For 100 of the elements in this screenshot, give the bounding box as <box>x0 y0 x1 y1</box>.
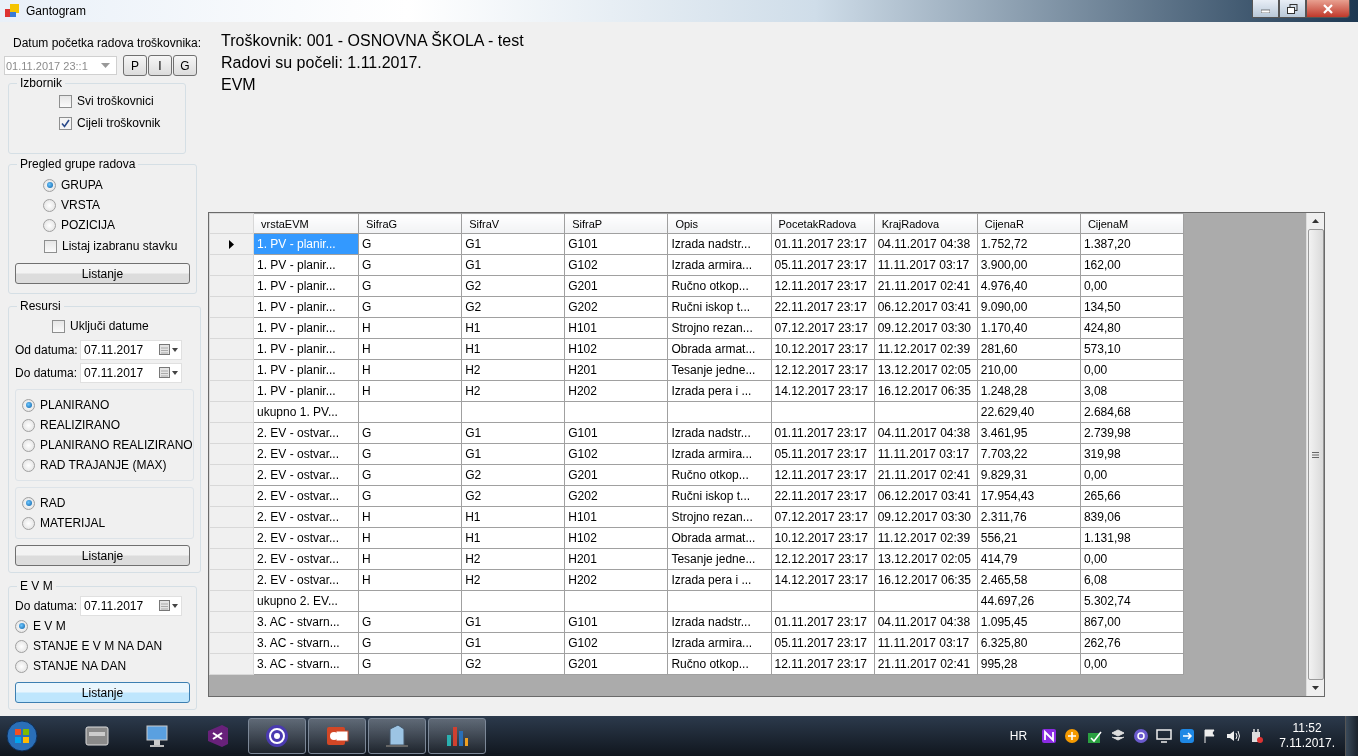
speaker-icon[interactable] <box>1225 728 1242 744</box>
radio-button[interactable] <box>22 496 35 510</box>
date-field[interactable]: 07.11.2017 <box>80 596 182 616</box>
radio-button[interactable] <box>15 639 28 653</box>
restore-icon <box>1287 3 1298 14</box>
row-header[interactable] <box>209 233 254 255</box>
table-cell: Ručni iskop t... <box>667 485 771 507</box>
restore-button[interactable] <box>1279 0 1306 18</box>
close-button[interactable] <box>1306 0 1350 18</box>
table-cell: H2 <box>461 569 565 591</box>
radio-button[interactable] <box>22 398 35 412</box>
radio-button[interactable] <box>43 178 56 192</box>
column-header[interactable]: PocetakRadova <box>771 213 875 234</box>
field-label: Do datuma: <box>15 366 79 380</box>
table-cell: 1. PV - planir... <box>253 254 359 276</box>
radio-button[interactable] <box>22 458 35 472</box>
clock[interactable]: 11:52 7.11.2017. <box>1279 721 1335 751</box>
table-cell: 414,79 <box>977 548 1081 570</box>
table-cell: H2 <box>461 359 565 381</box>
radio-button[interactable] <box>22 418 35 432</box>
table-cell: 262,76 <box>1080 632 1184 654</box>
column-header[interactable]: vrstaEVM <box>253 213 359 234</box>
table-cell: H <box>358 506 462 528</box>
radio-button[interactable] <box>43 218 56 232</box>
monitor-icon[interactable] <box>1156 728 1173 744</box>
table-cell: 2.465,58 <box>977 569 1081 591</box>
table-cell: 10.12.2017 23:17 <box>771 527 875 549</box>
checkbox[interactable] <box>59 94 72 108</box>
table-cell: 0,00 <box>1080 464 1184 486</box>
taskbar-button[interactable] <box>368 718 426 754</box>
radio-label: MATERIJAL <box>40 516 106 530</box>
table-cell: 11.12.2017 02:39 <box>874 338 978 360</box>
checkbox[interactable] <box>59 116 72 130</box>
checkbox[interactable] <box>44 239 57 253</box>
table-cell: 09.12.2017 03:30 <box>874 506 978 528</box>
list-button[interactable]: Listanje <box>15 682 190 703</box>
start-button[interactable] <box>6 720 38 752</box>
column-header[interactable]: Opis <box>667 213 771 234</box>
checkbox-label: Uključi datume <box>70 319 149 333</box>
table-cell: 1.170,40 <box>977 317 1081 339</box>
table-cell: 3.900,00 <box>977 254 1081 276</box>
table-cell: G201 <box>564 464 668 486</box>
plus-circle-icon[interactable] <box>1064 728 1081 744</box>
table-cell: 3. AC - stvarn... <box>253 632 359 654</box>
taskbar-button[interactable] <box>308 718 366 754</box>
table-cell: 1. PV - planir... <box>253 380 359 402</box>
table-cell: 2. EV - ostvar... <box>253 527 359 549</box>
table-cell: G <box>358 233 462 255</box>
table-cell: Izrada nadstr... <box>667 233 771 255</box>
show-desktop-button[interactable] <box>1345 716 1358 756</box>
table-cell: 16.12.2017 06:35 <box>874 380 978 402</box>
table-cell: 21.11.2017 02:41 <box>874 464 978 486</box>
table-cell: 265,66 <box>1080 485 1184 507</box>
radio-button[interactable] <box>22 438 35 452</box>
column-header[interactable]: CijenaM <box>1080 213 1184 234</box>
table-cell: 2.684,68 <box>1080 401 1184 423</box>
column-header[interactable]: SifraG <box>358 213 462 234</box>
table-cell: 11.12.2017 02:39 <box>874 527 978 549</box>
checkbox-label: Cijeli troškovnik <box>77 116 161 130</box>
language-indicator[interactable]: HR <box>1009 729 1028 743</box>
checkbox[interactable] <box>52 319 65 333</box>
column-header[interactable]: KrajRadova <box>874 213 978 234</box>
notebook-icon[interactable] <box>1041 728 1058 744</box>
table-cell: 44.697,26 <box>977 590 1081 612</box>
table-cell: G1 <box>461 233 565 255</box>
list-button[interactable]: Listanje <box>15 545 190 566</box>
checkbox-label: Svi troškovnici <box>77 94 154 108</box>
table-cell: H <box>358 359 462 381</box>
column-header[interactable]: SifraV <box>461 213 565 234</box>
table-cell: 05.11.2017 23:17 <box>771 632 875 654</box>
table-cell: G1 <box>461 443 565 465</box>
table-cell: 839,06 <box>1080 506 1184 528</box>
table-cell: H202 <box>564 569 668 591</box>
swirl-icon[interactable] <box>1133 728 1150 744</box>
table-cell: 210,00 <box>977 359 1081 381</box>
date-field[interactable]: 07.11.2017 <box>80 363 182 383</box>
table-cell: G1 <box>461 632 565 654</box>
radio-label: STANJE E V M NA DAN <box>33 639 163 653</box>
radio-button[interactable] <box>15 659 28 673</box>
taskbar-button[interactable] <box>428 718 486 754</box>
table-cell: H1 <box>461 317 565 339</box>
table-cell: 16.12.2017 06:35 <box>874 569 978 591</box>
table-cell: G <box>358 422 462 444</box>
taskbar-button[interactable] <box>248 718 306 754</box>
table-cell: G101 <box>564 233 668 255</box>
date-field[interactable]: 07.11.2017 <box>80 340 182 360</box>
radio-button[interactable] <box>43 198 56 212</box>
list-button[interactable]: Listanje <box>15 263 190 284</box>
column-header[interactable]: CijenaR <box>977 213 1081 234</box>
report-heading: Radovi su počeli: 1.11.2017. <box>221 53 423 73</box>
radio-button[interactable] <box>15 619 28 633</box>
minimize-button[interactable] <box>1252 0 1279 18</box>
table-cell: Izrada pera i ... <box>667 569 771 591</box>
column-header[interactable]: SifraP <box>564 213 668 234</box>
radio-label: POZICIJA <box>61 218 115 232</box>
field-label: Do datuma: <box>15 599 79 613</box>
table-cell: G2 <box>461 275 565 297</box>
table-cell: G101 <box>564 422 668 444</box>
radio-button[interactable] <box>22 516 35 530</box>
table-cell: G202 <box>564 485 668 507</box>
